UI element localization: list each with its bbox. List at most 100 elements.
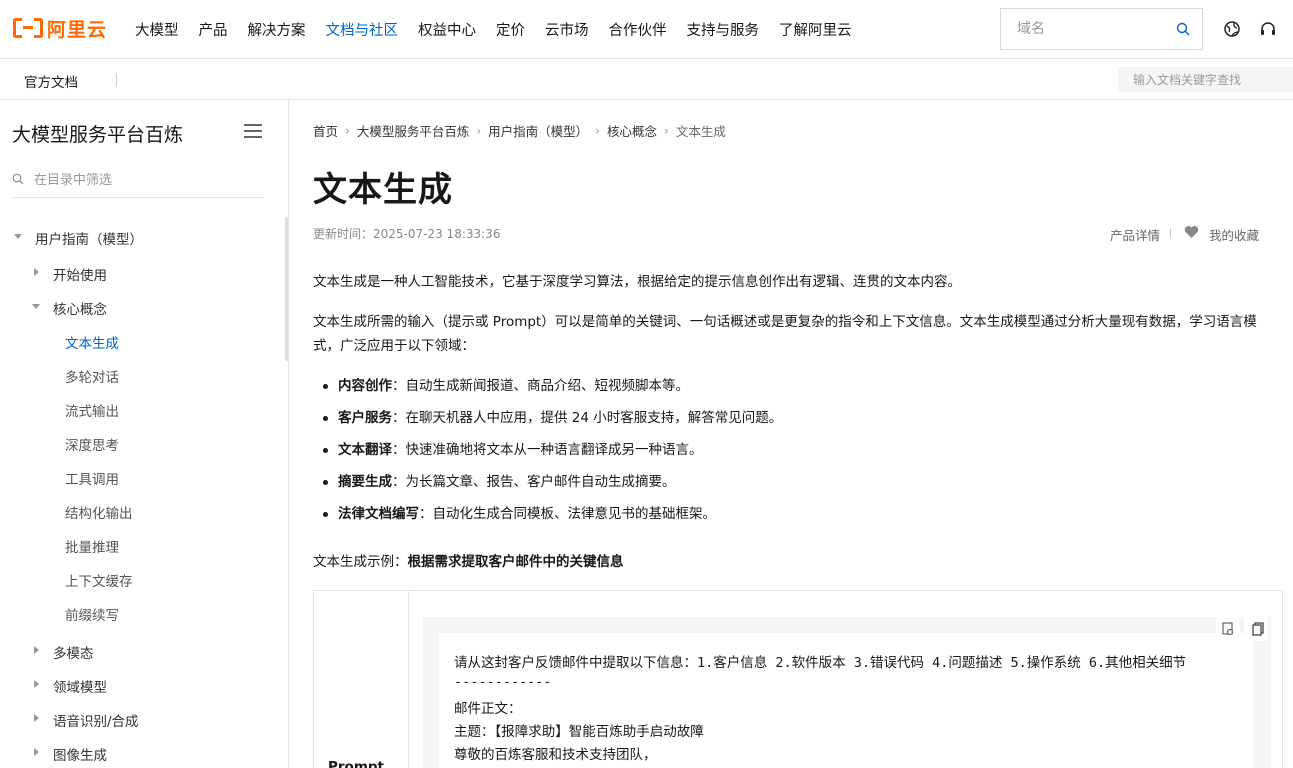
nav-item-solutions[interactable]: 解决方案 (248, 19, 306, 40)
list-item-desc: ：在聊天机器人中应用，提供 24 小时客服支持，解答常见问题。 (392, 410, 783, 426)
nav-item-docs-community[interactable]: 文档与社区 (326, 19, 399, 40)
top-search-input[interactable] (1001, 9, 1161, 49)
page-title: 文本生成 (313, 170, 453, 210)
expand-right-icon[interactable] (34, 714, 39, 722)
aliyun-logo[interactable]: 阿里云 (13, 17, 107, 41)
breadcrumb-bailian[interactable]: 大模型服务平台百炼 (357, 121, 470, 140)
list-item-desc: ：自动生成新闻报道、商品介绍、短视频脚本等。 (392, 378, 689, 394)
search-icon[interactable] (1176, 22, 1190, 36)
main-nav: 大模型 产品 解决方案 文档与社区 权益中心 定价 云市场 合作伙伴 支持与服务… (135, 0, 872, 59)
doc-search-input[interactable] (1118, 67, 1293, 92)
sidebar-item-speech[interactable]: 语音识别/合成 (53, 710, 139, 730)
expand-right-icon[interactable] (34, 748, 39, 756)
sidebar-item-getting-started[interactable]: 开始使用 (53, 264, 107, 284)
sidebar-item-streaming[interactable]: 流式输出 (65, 400, 119, 420)
expand-right-icon[interactable] (34, 680, 39, 688)
search-icon (12, 173, 24, 185)
tree-filter-input[interactable] (34, 170, 254, 190)
doc-sidebar: 大模型服务平台百炼 用户指南（模型） 开始使用 核心概念 文本生成 多轮对话 流… (0, 100, 289, 768)
expand-down-icon[interactable] (32, 304, 40, 309)
product-detail-link[interactable]: 产品详情 (1110, 225, 1160, 244)
globe-icon[interactable] (1223, 20, 1241, 38)
sidebar-item-image-generation[interactable]: 图像生成 (53, 744, 107, 764)
code-line: 请从这封客户反馈邮件中提取以下信息：1.客户信息 2.软件版本 3.错误代码 4… (454, 655, 1187, 671)
meta-divider (1170, 228, 1171, 239)
heart-icon[interactable] (1184, 225, 1199, 239)
search-code-button[interactable] (1216, 617, 1240, 641)
sidebar-item-deep-thinking[interactable]: 深度思考 (65, 434, 119, 454)
chevron-right-icon: › (476, 123, 482, 138)
nav-item-pricing[interactable]: 定价 (496, 19, 525, 40)
nav-item-products[interactable]: 产品 (199, 19, 228, 40)
subbar-divider (116, 74, 117, 86)
docs-subbar: 官方文档 (0, 59, 1293, 100)
sidebar-item-batch-inference[interactable]: 批量推理 (65, 536, 119, 556)
expand-right-icon[interactable] (34, 646, 39, 654)
sidebar-item-domain-models[interactable]: 领域模型 (53, 676, 107, 696)
list-item: 摘要生成：为长篇文章、报告、客户邮件自动生成摘要。 (313, 470, 782, 502)
nav-item-marketplace[interactable]: 云市场 (545, 19, 589, 40)
expand-down-icon[interactable] (14, 234, 22, 239)
prompt-label: Prompt (328, 759, 385, 768)
intro-paragraph: 文本生成是一种人工智能技术，它基于深度学习算法，根据给定的提示信息创作出有逻辑、… (313, 274, 961, 290)
sidebar-item-user-guide[interactable]: 用户指南（模型） (35, 228, 143, 248)
menu-icon[interactable] (244, 124, 262, 138)
sidebar-title[interactable]: 大模型服务平台百炼 (12, 120, 183, 147)
list-item: 客户服务：在聊天机器人中应用，提供 24 小时客服支持，解答常见问题。 (313, 406, 782, 438)
nav-item-benefits[interactable]: 权益中心 (418, 19, 476, 40)
list-item: 内容创作：自动生成新闻报道、商品介绍、短视频脚本等。 (313, 374, 782, 406)
logo-mark-icon (13, 18, 43, 38)
breadcrumb-current: 文本生成 (675, 124, 726, 139)
updated-time: 更新时间：2025-07-23 18:33:36 (313, 227, 501, 241)
breadcrumb-core-concepts[interactable]: 核心概念 (607, 121, 657, 140)
official-docs-link[interactable]: 官方文档 (24, 71, 78, 91)
code-line: ------------ (454, 674, 552, 690)
sidebar-item-multi-turn[interactable]: 多轮对话 (65, 366, 119, 386)
breadcrumb-home[interactable]: 首页 (313, 121, 338, 140)
sidebar-item-text-generation[interactable]: 文本生成 (65, 332, 119, 352)
code-line: 主题：【报障求助】智能百炼助手启动故障 (454, 724, 704, 740)
nav-item-about[interactable]: 了解阿里云 (779, 19, 852, 40)
sidebar-scrollbar[interactable] (285, 217, 288, 361)
example-heading: 文本生成示例：根据需求提取客户邮件中的关键信息 (313, 550, 624, 574)
example-table: Prompt 请从这封客户反馈邮件中提取以下信息：1.客户信息 2.软件版本 3… (313, 590, 1283, 768)
list-item-desc: ：快速准确地将文本从一种语言翻译成另一种语言。 (392, 442, 703, 458)
application-list: 内容创作：自动生成新闻报道、商品介绍、短视频脚本等。 客户服务：在聊天机器人中应… (313, 374, 782, 534)
chevron-right-icon: › (345, 123, 350, 138)
code-block: 请从这封客户反馈邮件中提取以下信息：1.客户信息 2.软件版本 3.错误代码 4… (423, 617, 1271, 768)
list-item: 文本翻译：快速准确地将文本从一种语言翻译成另一种语言。 (313, 438, 782, 470)
nav-item-support[interactable]: 支持与服务 (687, 19, 760, 40)
sidebar-item-core-concepts[interactable]: 核心概念 (53, 298, 107, 318)
breadcrumb-user-guide[interactable]: 用户指南（模型） (488, 121, 588, 140)
favorite-link[interactable]: 我的收藏 (1209, 225, 1259, 244)
list-item-term: 文本翻译 (338, 442, 392, 458)
list-item-term: 客户服务 (338, 410, 392, 426)
chevron-right-icon: › (664, 123, 669, 138)
list-item-term: 摘要生成 (338, 474, 392, 490)
breadcrumb: 首页 › 大模型服务平台百炼 › 用户指南（模型） › 核心概念 › 文本生成 (313, 121, 726, 140)
list-item-desc: ：自动化生成合同模板、法律意见书的基础框架。 (419, 506, 716, 522)
nav-item-partners[interactable]: 合作伙伴 (609, 19, 667, 40)
top-navbar: 阿里云 大模型 产品 解决方案 文档与社区 权益中心 定价 云市场 合作伙伴 支… (0, 0, 1293, 59)
copy-icon (1252, 622, 1264, 636)
tree-filter (12, 170, 264, 198)
headset-icon[interactable] (1259, 20, 1277, 38)
top-search-box (1000, 8, 1203, 50)
expand-right-icon[interactable] (34, 268, 39, 276)
file-search-icon (1222, 622, 1234, 636)
copy-button[interactable] (1244, 617, 1268, 641)
example-title: 根据需求提取客户邮件中的关键信息 (407, 554, 624, 570)
list-item-term: 法律文档编写 (338, 506, 419, 522)
sidebar-item-tool-calling[interactable]: 工具调用 (65, 468, 119, 488)
code-line: 邮件正文： (454, 701, 522, 717)
table-label-cell: Prompt (314, 591, 409, 768)
sidebar-item-structured-output[interactable]: 结构化输出 (65, 502, 133, 522)
list-item-desc: ：为长篇文章、报告、客户邮件自动生成摘要。 (392, 474, 676, 490)
article-main: 首页 › 大模型服务平台百炼 › 用户指南（模型） › 核心概念 › 文本生成 … (290, 100, 1293, 768)
sidebar-item-prefix-completion[interactable]: 前缀续写 (65, 604, 119, 624)
list-item: 法律文档编写：自动化生成合同模板、法律意见书的基础框架。 (313, 502, 782, 534)
sidebar-item-context-cache[interactable]: 上下文缓存 (65, 570, 133, 590)
nav-item-large-model[interactable]: 大模型 (135, 19, 179, 40)
sidebar-item-multimodal[interactable]: 多模态 (53, 642, 94, 662)
example-prefix: 文本生成示例： (313, 554, 408, 570)
